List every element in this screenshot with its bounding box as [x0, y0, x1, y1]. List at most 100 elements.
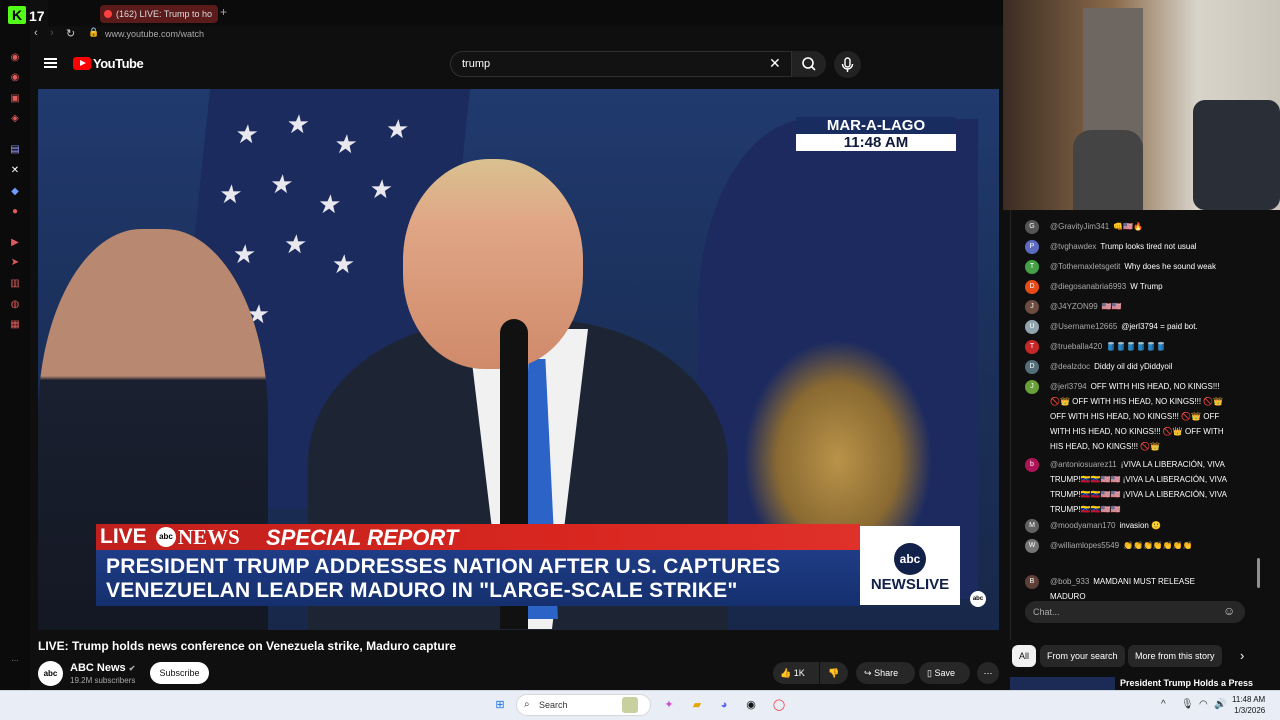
chat-avatar[interactable]: G [1025, 220, 1039, 234]
rail-app-icon[interactable]: ▣ [9, 93, 21, 105]
chat-author[interactable]: @bob_933 [1050, 577, 1089, 586]
menu-icon[interactable] [44, 58, 57, 68]
thumbs-down-icon: 👎 [828, 668, 840, 678]
rail-app-icon[interactable]: ▥ [9, 278, 21, 290]
dislike-button[interactable]: 👎 [820, 662, 848, 684]
url-field[interactable]: www.youtube.com/watch [105, 29, 204, 39]
chat-avatar[interactable]: B [1025, 575, 1039, 589]
chat-author[interactable]: @dealzdoc [1050, 362, 1090, 371]
chat-text: invasion 🙂 [1119, 521, 1162, 530]
chat-avatar[interactable]: D [1025, 280, 1039, 294]
channel-avatar[interactable]: abc [38, 661, 63, 686]
thumbs-up-icon: 👍 [780, 668, 792, 678]
recommended-title[interactable]: President Trump Holds a Press [1120, 678, 1253, 688]
chat-avatar[interactable]: b [1025, 458, 1039, 472]
like-button[interactable]: 👍 1K [773, 662, 819, 684]
chat-message: B @bob_933 MAMDANI MUST RELEASE MADURO [1025, 574, 1230, 604]
more-actions-button[interactable]: ⋯ [977, 662, 999, 684]
chat-author[interactable]: @GravityJim341 [1050, 222, 1109, 231]
rail-count: 17 [29, 8, 45, 24]
clock-time: 11:48 AM [1232, 695, 1266, 704]
chat-author[interactable]: @Tothemaxletsgetit [1050, 262, 1120, 271]
newslive-logo: abc NEWSLIVE [860, 526, 960, 605]
recommended-thumbnail[interactable] [1010, 677, 1115, 690]
subscribe-button[interactable]: Subscribe [150, 662, 209, 684]
chat-avatar[interactable]: T [1025, 340, 1039, 354]
verified-icon: ✔ [128, 664, 136, 673]
webcam-overlay [1003, 0, 1280, 210]
shield-icon[interactable]: ◆ [9, 186, 21, 198]
rail-app-icon[interactable]: ◍ [9, 299, 21, 311]
send-icon[interactable]: ➤ [9, 257, 21, 269]
chat-avatar[interactable]: W [1025, 539, 1039, 553]
rail-app-icon[interactable]: ◈ [9, 113, 21, 125]
tray-chevron-icon[interactable]: ^ [1161, 699, 1166, 710]
save-button[interactable]: ▯ Save [919, 662, 970, 684]
chip-all[interactable]: All [1012, 645, 1037, 667]
chat-message: G @GravityJim341 👊🇺🇸🔥 [1025, 219, 1230, 234]
discord-icon[interactable]: ◕ [716, 697, 732, 713]
emoji-icon[interactable]: ☺ [1223, 604, 1235, 618]
rail-app-icon[interactable]: ◉ [9, 52, 21, 64]
copilot-icon[interactable]: ✦ [661, 697, 677, 713]
chat-author[interactable]: @J4YZON99 [1050, 302, 1098, 311]
search-input[interactable]: trump [450, 51, 792, 77]
tab-title: (162) LIVE: Trump to ho [116, 9, 213, 19]
clock-date: 1/3/2026 [1234, 706, 1266, 715]
chevron-right-icon[interactable]: › [1240, 648, 1244, 663]
reload-icon[interactable]: ↻ [66, 27, 75, 40]
tab-youtube[interactable]: (162) LIVE: Trump to ho [100, 5, 218, 23]
chat-avatar[interactable]: J [1025, 300, 1039, 314]
chat-scrollbar[interactable] [1257, 558, 1260, 588]
chat-message-body: @jerl3794 OFF WITH HIS HEAD, NO KINGS!!! … [1050, 379, 1230, 454]
share-button[interactable]: ↪ Share [856, 662, 915, 684]
wifi-icon[interactable]: ◠ [1199, 699, 1208, 710]
chat-author[interactable]: @trueballa420 [1050, 342, 1102, 351]
chat-author[interactable]: @williamlopes5549 [1050, 541, 1119, 550]
more-icon[interactable]: ⋯ [9, 656, 21, 668]
chat-message: T @trueballa420 🛢️🛢️🛢️🛢️🛢️🛢️ [1025, 339, 1230, 354]
chat-input[interactable]: Chat... [1025, 601, 1245, 623]
chat-avatar[interactable]: P [1025, 240, 1039, 254]
chat-avatar[interactable]: J [1025, 380, 1039, 394]
obs-icon[interactable]: ◉ [743, 697, 759, 713]
voice-search-button[interactable] [834, 51, 861, 78]
file-explorer-icon[interactable]: ▰ [689, 697, 705, 713]
video-player[interactable]: ★ ★ ★ ★ ★ ★ ★ ★ ★ ★ ★ ★ MAR-A-LAGO 11:48 AM LI… [38, 89, 999, 630]
chat-avatar[interactable]: T [1025, 260, 1039, 274]
widget-icon[interactable] [622, 697, 638, 713]
chat-author[interactable]: @Username12665 [1050, 322, 1117, 331]
kick-logo[interactable]: K [8, 6, 26, 24]
rail-app-icon[interactable]: ◉ [9, 72, 21, 84]
play-circle-icon[interactable]: ▶ [9, 237, 21, 249]
opera-icon[interactable]: ◯ [771, 697, 787, 713]
forward-icon[interactable]: › [50, 27, 54, 39]
chat-author[interactable]: @tvghawdex [1050, 242, 1096, 251]
search-button[interactable] [792, 51, 826, 77]
microphone-icon[interactable]: 🎙 [1181, 699, 1194, 710]
chat-author[interactable]: @jerl3794 [1050, 382, 1087, 391]
volume-icon[interactable]: 🔊 [1214, 699, 1226, 710]
back-icon[interactable]: ‹ [34, 27, 38, 39]
clear-search-icon[interactable]: ✕ [769, 55, 781, 72]
windows-start-icon[interactable]: ⊞ [492, 697, 508, 713]
chat-message: M @moodyaman170 invasion 🙂 [1025, 518, 1230, 533]
chat-avatar[interactable]: M [1025, 519, 1039, 533]
chat-author[interactable]: @moodyaman170 [1050, 521, 1116, 530]
channel-name[interactable]: ABC News ✔ [70, 662, 135, 674]
rail-app-icon[interactable]: ▦ [9, 319, 21, 331]
rail-app-icon[interactable]: ● [9, 206, 21, 218]
x-icon[interactable]: ✕ [9, 165, 21, 177]
chip-more-from-this-story[interactable]: More from this story [1128, 645, 1222, 667]
chat-author[interactable]: @antoniosuarez11 [1050, 460, 1117, 469]
chat-avatar[interactable]: U [1025, 320, 1039, 334]
new-tab-icon[interactable]: + [220, 5, 227, 19]
twitch-icon[interactable]: ▤ [9, 144, 21, 156]
youtube-logo[interactable]: YouTube [93, 56, 144, 71]
youtube-logo-icon[interactable] [73, 57, 91, 70]
chat-avatar[interactable]: D [1025, 360, 1039, 374]
chat-message-body: @williamlopes5549 👏👏👏👏👏👏👏 [1050, 538, 1230, 553]
chat-author[interactable]: @diegosanabria6993 [1050, 282, 1126, 291]
chip-from-your-search[interactable]: From your search [1040, 645, 1125, 667]
clock[interactable]: 11:48 AM 1/3/2026 [1232, 694, 1265, 716]
